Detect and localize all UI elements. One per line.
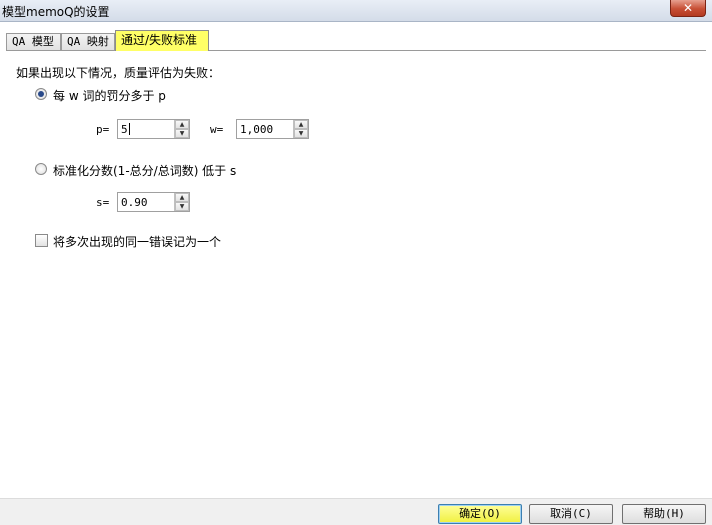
tab-label: QA 模型: [12, 35, 54, 48]
tab-strip: QA 模型 QA 映射 通过/失败标准: [6, 30, 706, 51]
title-bar: 模型memoQ的设置 ✕: [0, 0, 712, 22]
spin-up-icon[interactable]: ▲: [294, 120, 308, 129]
radio-penalty-per-words-label: 每 w 词的罚分多于 p: [53, 89, 166, 103]
same-error-checkbox[interactable]: [35, 234, 48, 247]
tab-pass-fail-criteria[interactable]: 通过/失败标准: [115, 30, 209, 51]
p-value: 5: [121, 123, 130, 136]
tab-divider: [6, 50, 706, 51]
dialog-body: QA 模型 QA 映射 通过/失败标准 如果出现以下情况，质量评估为失败： 每 …: [0, 22, 712, 525]
button-bar: 确定(O) 取消(C) 帮助(H): [0, 498, 712, 525]
s-label: s=: [96, 196, 110, 209]
s-spinner[interactable]: 0.90 ▲ ▼: [117, 192, 190, 212]
s-spinner-buttons: ▲ ▼: [174, 193, 189, 211]
w-value: 1,000: [240, 123, 274, 136]
tab-label: 通过/失败标准: [121, 33, 198, 47]
radio-normalized-score-label: 标准化分数(1-总分/总词数) 低于 s: [53, 164, 237, 178]
p-spinner-buttons: ▲ ▼: [174, 120, 189, 138]
w-label: w=: [210, 123, 224, 136]
w-spinner[interactable]: 1,000 ▲ ▼: [236, 119, 309, 139]
radio-normalized-score[interactable]: [35, 163, 47, 175]
radio-penalty-per-words[interactable]: [35, 88, 47, 100]
help-button[interactable]: 帮助(H): [622, 504, 706, 524]
p-spinner[interactable]: 5 ▲ ▼: [117, 119, 190, 139]
ok-button[interactable]: 确定(O): [438, 504, 522, 524]
spin-down-icon[interactable]: ▼: [294, 129, 308, 138]
tab-qa-model[interactable]: QA 模型: [6, 33, 61, 51]
spin-down-icon[interactable]: ▼: [175, 202, 189, 211]
p-label: p=: [96, 123, 110, 136]
same-error-checkbox-label: 将多次出现的同一错误记为一个: [53, 235, 222, 249]
section-heading: 如果出现以下情况，质量评估为失败：: [16, 66, 221, 80]
tab-qa-mapping[interactable]: QA 映射: [61, 33, 115, 51]
s-value: 0.90: [121, 196, 148, 209]
close-icon: ✕: [682, 1, 694, 15]
spin-up-icon[interactable]: ▲: [175, 193, 189, 202]
spin-down-icon[interactable]: ▼: [175, 129, 189, 138]
cancel-button[interactable]: 取消(C): [529, 504, 613, 524]
close-button[interactable]: ✕: [670, 0, 706, 17]
tab-label: QA 映射: [67, 35, 109, 48]
w-spinner-buttons: ▲ ▼: [293, 120, 308, 138]
spin-up-icon[interactable]: ▲: [175, 120, 189, 129]
window-title: 模型memoQ的设置: [2, 5, 110, 19]
